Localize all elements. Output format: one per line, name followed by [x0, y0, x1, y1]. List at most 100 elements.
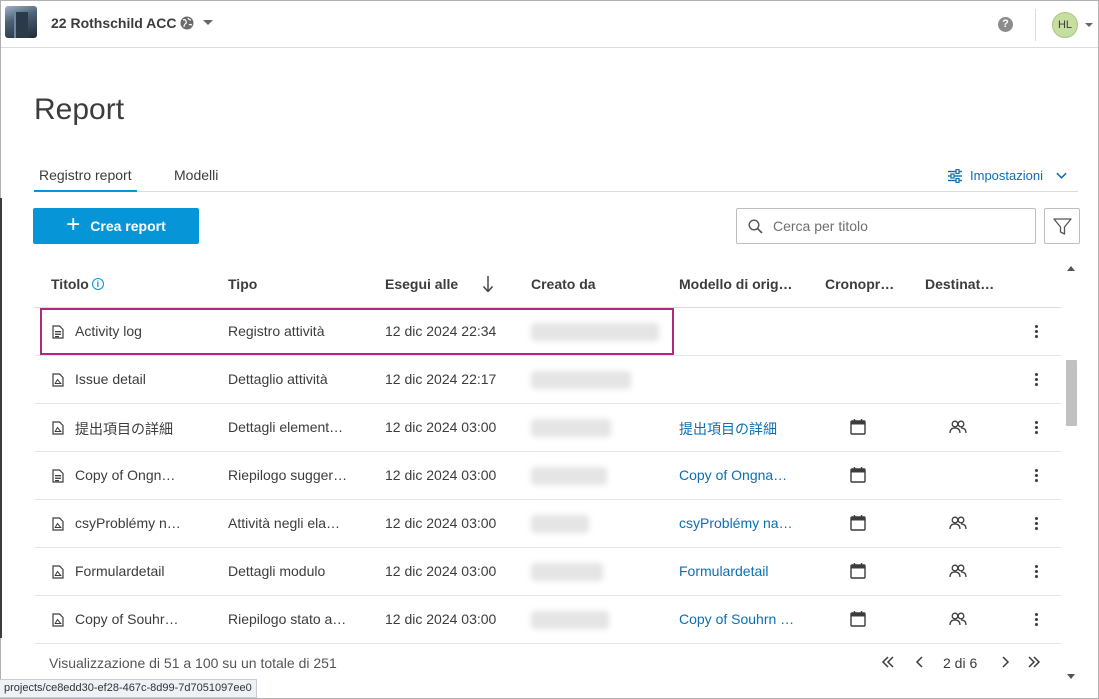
- row-run-at: 12 dic 2024 03:00: [385, 419, 497, 435]
- table-row[interactable]: 提出項目の詳細 Dettagli element… 12 dic 2024 03…: [34, 404, 1061, 452]
- row-created-by-redacted: [531, 371, 631, 389]
- row-type: Attività negli ela…: [228, 515, 341, 531]
- settings-dropdown[interactable]: Impostazioni: [948, 168, 1068, 183]
- table-row[interactable]: csyProblémy n… Attività negli ela… 12 di…: [34, 500, 1061, 548]
- row-source-template[interactable]: csyProblémy na…: [679, 515, 797, 531]
- scroll-thumb[interactable]: [1066, 360, 1077, 426]
- row-source-template[interactable]: Formulardetail: [679, 563, 797, 579]
- document-icon: [52, 613, 64, 627]
- column-title-label: Titolo: [51, 276, 89, 292]
- tab-report-log[interactable]: Registro report: [34, 167, 137, 192]
- row-more-icon[interactable]: [1032, 563, 1040, 581]
- row-run-at: 12 dic 2024 03:00: [385, 467, 497, 483]
- table-row[interactable]: Copy of Ongn… Riepilogo sugger… 12 dic 2…: [34, 452, 1061, 500]
- row-more-icon[interactable]: [1032, 515, 1040, 533]
- row-created-by-redacted: [531, 467, 607, 485]
- calendar-icon: [850, 611, 866, 627]
- globe-icon: [180, 16, 194, 30]
- sort-descending-icon[interactable]: [482, 275, 494, 293]
- tab-bar: Registro report Modelli Impostazioni: [34, 160, 1078, 192]
- row-run-at: 12 dic 2024 03:00: [385, 563, 497, 579]
- row-title[interactable]: Copy of Souhr…: [75, 611, 220, 627]
- filter-button[interactable]: [1044, 208, 1080, 244]
- row-title[interactable]: csyProblémy n…: [75, 515, 220, 531]
- people-icon: [949, 612, 967, 626]
- scroll-down-icon[interactable]: [1067, 674, 1075, 679]
- row-more-icon[interactable]: [1032, 611, 1040, 629]
- pagination: 2 di 6: [880, 653, 1045, 673]
- pagination-summary: Visualizzazione di 51 a 100 su un totale…: [49, 655, 337, 671]
- row-created-by-redacted: [531, 611, 609, 629]
- first-page-icon[interactable]: [880, 654, 896, 673]
- row-source-template[interactable]: Copy of Ongna…: [679, 467, 797, 483]
- people-icon: [949, 564, 967, 578]
- people-icon: [949, 420, 967, 434]
- row-title[interactable]: Copy of Ongn…: [75, 467, 220, 483]
- divider: [1035, 9, 1036, 41]
- document-icon: [52, 469, 64, 483]
- calendar-icon: [850, 419, 866, 435]
- row-title[interactable]: Issue detail: [75, 371, 220, 387]
- project-name[interactable]: 22 Rothschild ACC: [51, 15, 177, 31]
- row-title[interactable]: 提出項目の詳細: [75, 419, 220, 439]
- previous-page-icon[interactable]: [912, 654, 928, 673]
- page-indicator: 2 di 6: [943, 655, 978, 671]
- avatar[interactable]: HL: [1052, 12, 1078, 38]
- chevron-down-icon: [1056, 172, 1067, 179]
- scrollbar[interactable]: [1063, 260, 1079, 686]
- column-header-type[interactable]: Tipo: [228, 276, 257, 292]
- people-icon: [949, 516, 967, 530]
- row-more-icon[interactable]: [1032, 323, 1040, 341]
- table-row[interactable]: Formulardetail Dettagli modulo 12 dic 20…: [34, 548, 1061, 596]
- row-created-by-redacted: [531, 419, 611, 437]
- document-icon: [52, 565, 64, 579]
- column-header-recipients[interactable]: Destinat…: [925, 276, 994, 292]
- project-thumbnail[interactable]: [5, 6, 37, 38]
- document-icon: [52, 421, 64, 435]
- avatar-chevron-down-icon[interactable]: [1085, 23, 1093, 27]
- row-more-icon[interactable]: [1032, 467, 1040, 485]
- reports-table: Titolo i Tipo Esegui alle Creato da Model…: [34, 260, 1061, 644]
- panel-edge: [0, 198, 2, 638]
- tab-templates[interactable]: Modelli: [174, 167, 218, 183]
- column-header-title[interactable]: Titolo i: [51, 276, 104, 292]
- search-box[interactable]: [736, 208, 1036, 244]
- next-page-icon[interactable]: [997, 654, 1013, 673]
- filter-icon: [1053, 218, 1072, 235]
- search-input[interactable]: [773, 209, 1028, 243]
- row-type: Registro attività: [228, 323, 325, 339]
- last-page-icon[interactable]: [1026, 654, 1042, 673]
- row-run-at: 12 dic 2024 03:00: [385, 515, 497, 531]
- project-chevron-down-icon[interactable]: [203, 20, 213, 25]
- calendar-icon: [850, 515, 866, 531]
- table-row[interactable]: Issue detail Dettaglio attività 12 dic 2…: [34, 356, 1061, 404]
- help-icon[interactable]: ?: [998, 17, 1013, 32]
- row-created-by-redacted: [531, 515, 589, 533]
- column-header-schedule[interactable]: Cronopr…: [825, 276, 894, 292]
- table-row[interactable]: Copy of Souhr… Riepilogo stato a… 12 dic…: [34, 596, 1061, 644]
- create-report-label: Crea report: [90, 218, 166, 234]
- settings-label: Impostazioni: [970, 168, 1043, 183]
- row-type: Dettaglio attività: [228, 371, 328, 387]
- row-created-by-redacted: [531, 323, 659, 341]
- scroll-up-icon[interactable]: [1067, 266, 1075, 271]
- row-created-by-redacted: [531, 563, 603, 581]
- create-report-button[interactable]: + Crea report: [33, 208, 199, 244]
- info-icon[interactable]: i: [91, 278, 104, 290]
- row-source-template[interactable]: 提出項目の詳細: [679, 419, 797, 439]
- calendar-icon: [850, 563, 866, 579]
- column-header-created-by[interactable]: Creato da: [531, 276, 596, 292]
- row-type: Riepilogo sugger…: [228, 467, 348, 483]
- row-title[interactable]: Activity log: [75, 323, 220, 339]
- row-source-template[interactable]: Copy of Souhrn …: [679, 611, 797, 627]
- column-header-source-template[interactable]: Modello di orig…: [679, 276, 793, 292]
- column-header-run-at[interactable]: Esegui alle: [385, 276, 458, 292]
- page-title: Report: [34, 93, 125, 126]
- browser-status-url: projects/ce8edd30-ef28-467c-8d99-7d70510…: [0, 679, 257, 698]
- table-row[interactable]: Activity log Registro attività 12 dic 20…: [34, 308, 1061, 356]
- row-more-icon[interactable]: [1032, 419, 1040, 437]
- table-header: Titolo i Tipo Esegui alle Creato da Model…: [34, 260, 1061, 308]
- row-title[interactable]: Formulardetail: [75, 563, 220, 579]
- row-more-icon[interactable]: [1032, 371, 1040, 389]
- sliders-icon: [948, 168, 963, 183]
